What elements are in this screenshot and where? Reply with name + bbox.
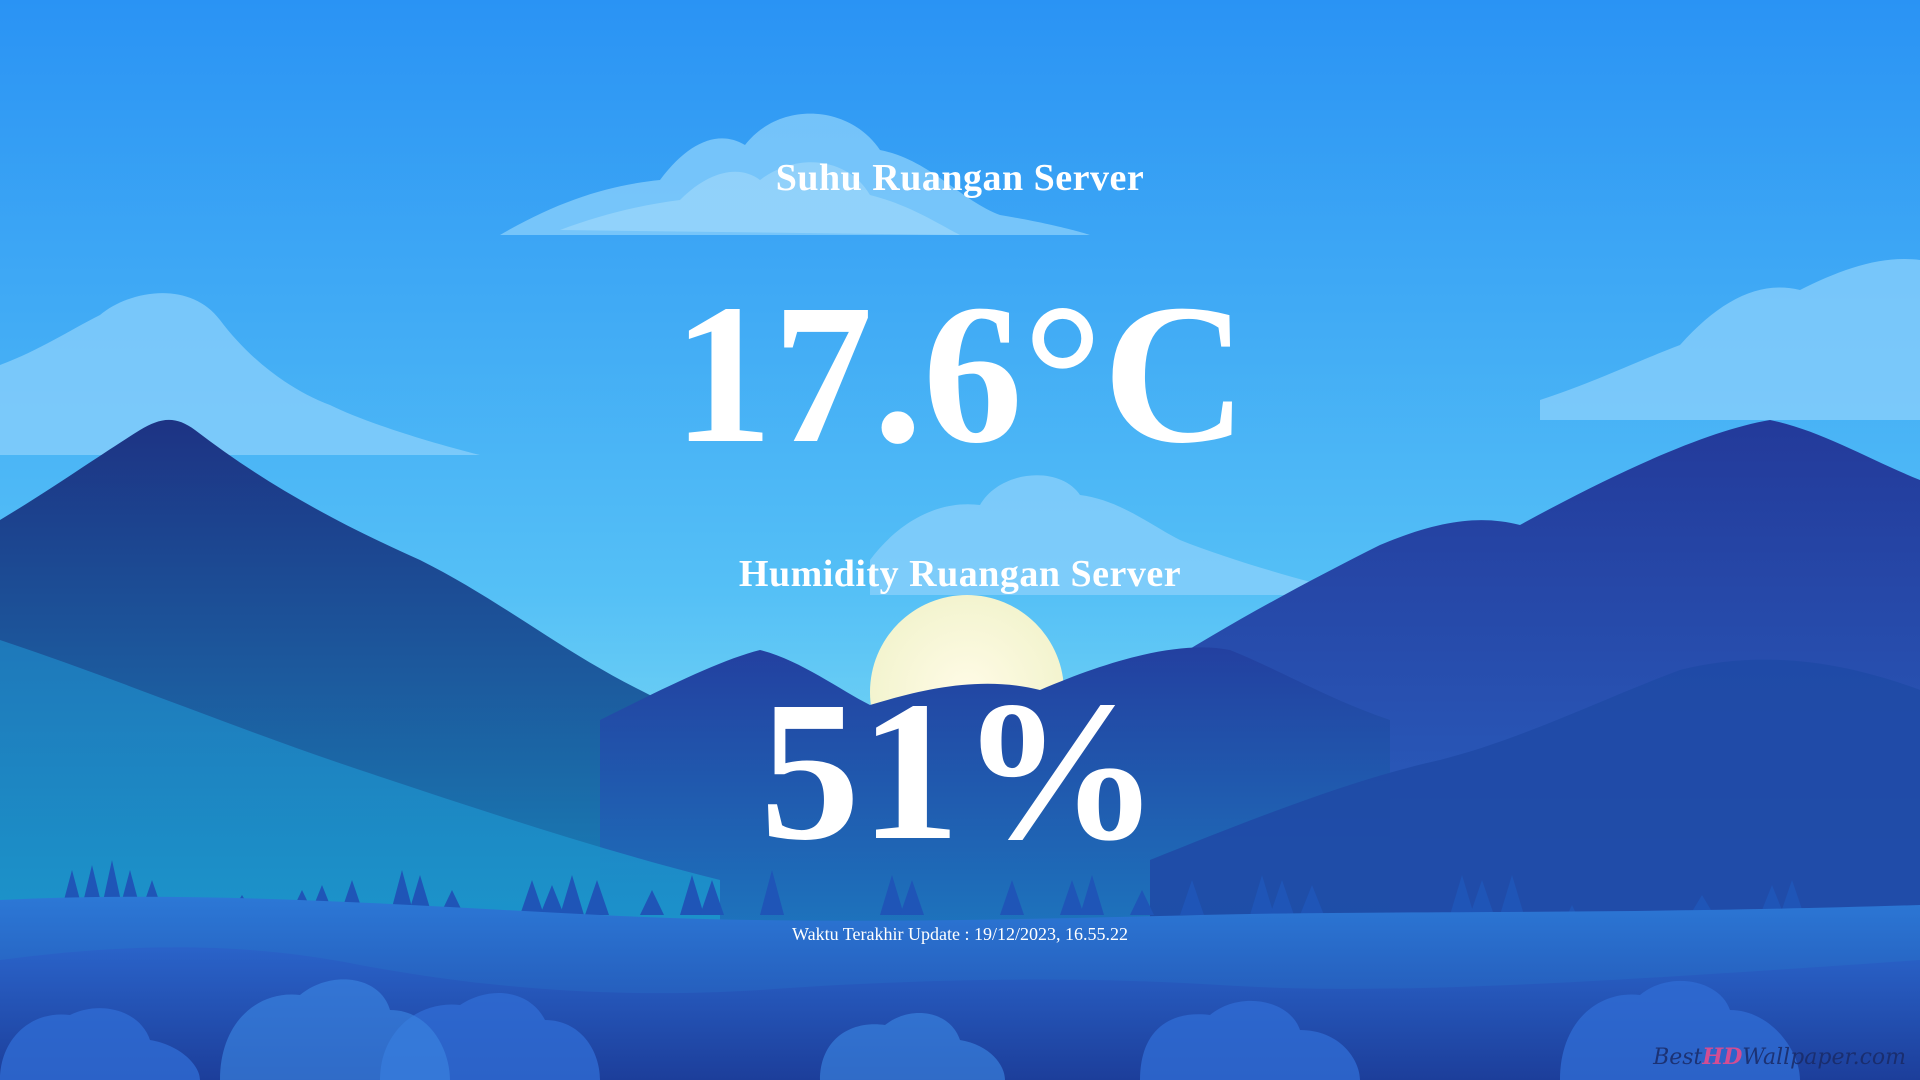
last-update-text: Waktu Terakhir Update : 19/12/2023, 16.5… (792, 924, 1128, 944)
humidity-title: Humidity Ruangan Server (738, 553, 1182, 595)
temperature-value: 17.6°C (672, 264, 1248, 485)
weather-dashboard: Suhu Ruangan Server 17.6°C Humidity Ruan… (0, 0, 1920, 1080)
wallpaper-watermark: BestHDWallpaper.com (1653, 1044, 1906, 1070)
temperature-title: Suhu Ruangan Server (775, 157, 1145, 199)
watermark-suffix: Wallpaper.com (1742, 1045, 1906, 1070)
watermark-hd: HD (1702, 1044, 1743, 1070)
humidity-value: 51% (760, 661, 1160, 882)
watermark-prefix: Best (1653, 1045, 1703, 1070)
